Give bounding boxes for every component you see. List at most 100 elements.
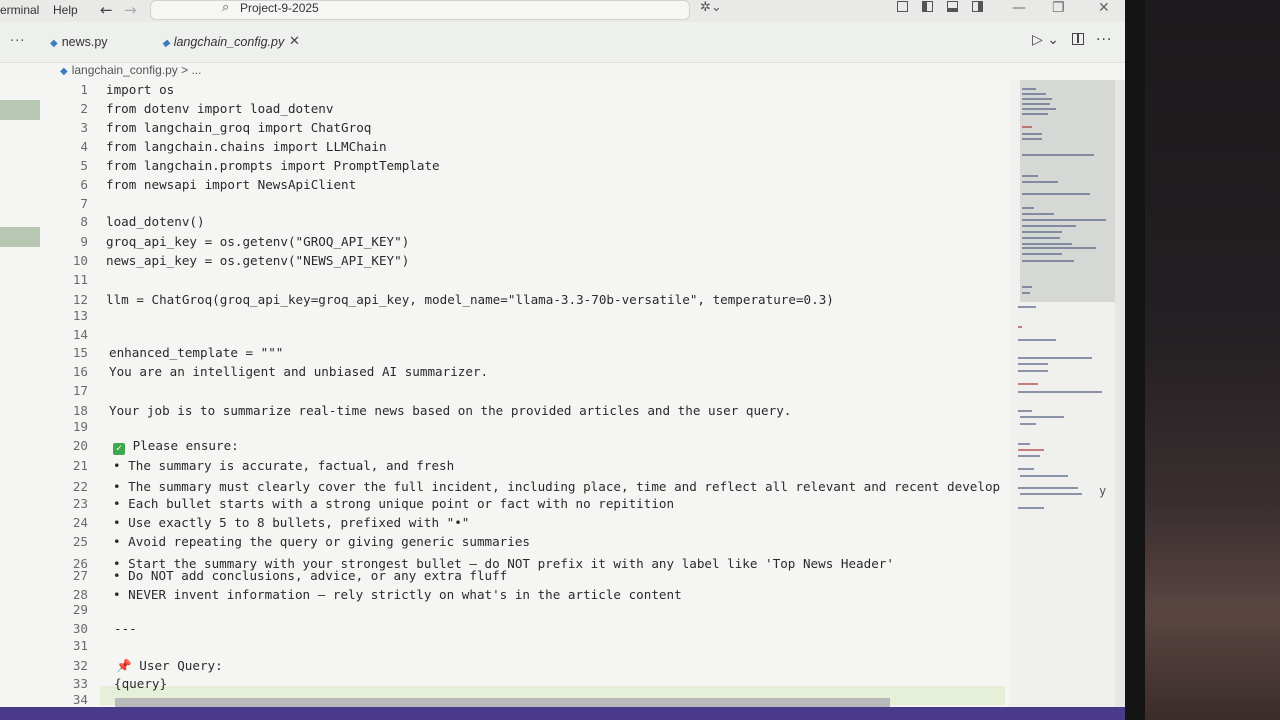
menu-terminal[interactable]: erminal — [0, 3, 39, 17]
minimap-line — [1022, 225, 1076, 227]
code-line[interactable]: 31 — [0, 638, 1010, 657]
line-number: 17 — [72, 383, 88, 398]
code-line[interactable]: 4 from langchain.chains import LLMChain — [0, 139, 1010, 158]
breadcrumb-text: langchain_config.py > ... — [71, 63, 202, 77]
minimap-line — [1022, 103, 1050, 105]
code-line[interactable]: 13 — [0, 308, 1010, 327]
command-center-search[interactable] — [150, 0, 690, 20]
line-number: 28 — [72, 587, 88, 602]
minimize-icon[interactable]: — — [1012, 0, 1026, 16]
tab-news-py[interactable]: ◆ news.py — [50, 35, 108, 49]
line-text: • Each bullet starts with a strong uniqu… — [113, 496, 675, 511]
line-text: {query} — [114, 676, 168, 691]
line-text: • Use exactly 5 to 8 bullets, prefixed w… — [113, 515, 470, 530]
line-number: 18 — [72, 403, 88, 418]
close-icon[interactable]: ✕ — [289, 34, 300, 49]
code-line[interactable]: 11 — [0, 272, 1010, 291]
line-number: 10 — [72, 253, 88, 268]
code-line[interactable]: 10 news_api_key = os.getenv("NEWS_API_KEY… — [0, 253, 1010, 272]
horizontal-scrollbar[interactable] — [115, 698, 890, 707]
line-number: 23 — [72, 496, 88, 511]
code-line[interactable]: 27 • Do NOT add conclusions, advice, or a… — [0, 568, 1010, 587]
line-number: 34 — [72, 692, 88, 707]
python-file-icon: ◆ — [162, 38, 170, 49]
line-number: 11 — [72, 272, 88, 287]
line-number: 27 — [72, 568, 88, 583]
minimap-line — [1022, 260, 1074, 262]
code-line[interactable]: 32 📌 User Query: — [0, 658, 1010, 677]
line-text: llm = ChatGroq(groq_api_key=groq_api_key… — [106, 292, 834, 307]
line-number: 12 — [72, 292, 88, 307]
toggle-panel-icon[interactable] — [947, 1, 958, 12]
code-line[interactable]: 6 from newsapi import NewsApiClient — [0, 177, 1010, 196]
minimap-line — [1022, 207, 1034, 209]
line-text: enhanced_template = """ — [109, 345, 284, 360]
minimap-line — [1022, 253, 1062, 255]
tab-langchain-config-py[interactable]: ◆ langchain_config.py — [162, 35, 284, 49]
code-line[interactable]: 14 — [0, 327, 1010, 346]
minimap-line — [1018, 468, 1034, 470]
menu-help[interactable]: Help — [53, 3, 78, 17]
code-line[interactable]: 8 load_dotenv() — [0, 214, 1010, 233]
code-line[interactable]: 2 from dotenv import load_dotenv — [0, 101, 1010, 120]
line-number: 33 — [72, 676, 88, 691]
code-line[interactable]: 21 • The summary is accurate, factual, an… — [0, 458, 1010, 477]
line-content: ✓ Please ensure: — [113, 438, 239, 455]
run-icon[interactable]: ▷ ⌄ — [1032, 32, 1059, 48]
code-line[interactable]: 20 ✓ Please ensure: — [0, 438, 1010, 457]
code-line[interactable]: 1 import os — [0, 82, 1010, 101]
minimap-line — [1018, 410, 1032, 412]
split-editor-icon[interactable] — [1072, 33, 1084, 45]
close-window-icon[interactable]: ✕ — [1098, 0, 1110, 16]
line-number: 20 — [72, 438, 88, 453]
code-line[interactable]: 9 groq_api_key = os.getenv("GROQ_API_KEY"… — [0, 234, 1010, 253]
minimap-line — [1022, 219, 1106, 221]
title-bar: erminal Help ← → ⌕ Project-9-2025 ✲⌄ — ❐… — [0, 0, 1125, 22]
minimap-line — [1018, 443, 1030, 445]
code-line[interactable]: 7 — [0, 196, 1010, 215]
code-line[interactable]: 24 • Use exactly 5 to 8 bullets, prefixed… — [0, 515, 1010, 534]
minimap-line — [1018, 339, 1056, 341]
code-line[interactable]: 3 from langchain_groq import ChatGroq — [0, 120, 1010, 139]
code-line[interactable]: 5 from langchain.prompts import PromptTem… — [0, 158, 1010, 177]
minimap-line — [1022, 247, 1096, 249]
line-number: 13 — [72, 308, 88, 323]
search-icon: ⌕ — [222, 0, 230, 15]
code-line[interactable]: 25 • Avoid repeating the query or giving … — [0, 534, 1010, 553]
code-line[interactable]: 15 enhanced_template = """ — [0, 345, 1010, 364]
restore-icon[interactable]: ❐ — [1052, 0, 1065, 16]
line-text: --- — [114, 621, 137, 636]
vertical-scrollbar[interactable] — [1115, 80, 1125, 707]
more-actions-icon[interactable]: ··· — [10, 34, 25, 49]
copilot-icon[interactable]: ✲⌄ — [700, 0, 722, 15]
forward-arrow-icon[interactable]: → — [124, 1, 137, 19]
tab-label: news.py — [61, 35, 108, 49]
customize-layout-icon[interactable] — [897, 1, 908, 12]
minimap-line — [1018, 391, 1102, 393]
line-text: from newsapi import NewsApiClient — [106, 177, 357, 192]
breadcrumb[interactable]: ◆ langchain_config.py > ... — [60, 63, 201, 77]
minimap[interactable] — [1010, 80, 1115, 707]
line-content: 📌 User Query: — [116, 658, 223, 674]
code-line[interactable]: 23 • Each bullet starts with a strong uni… — [0, 496, 1010, 515]
minimap-line — [1022, 138, 1042, 140]
line-number: 7 — [80, 196, 88, 211]
line-number: 32 — [72, 658, 88, 673]
back-arrow-icon[interactable]: ← — [100, 1, 113, 19]
line-number: 29 — [72, 602, 88, 617]
editor-more-icon[interactable]: ··· — [1096, 32, 1112, 48]
line-number: 2 — [80, 101, 88, 116]
toggle-primary-sidebar-icon[interactable] — [922, 1, 933, 12]
minimap-line — [1022, 113, 1048, 115]
toggle-secondary-sidebar-icon[interactable] — [972, 1, 983, 12]
minimap-line — [1020, 423, 1036, 425]
code-line[interactable]: 16 You are an intelligent and unbiased AI… — [0, 364, 1010, 383]
code-line[interactable]: 17 — [0, 383, 1010, 402]
line-number: 4 — [80, 139, 88, 154]
line-number: 9 — [80, 234, 88, 249]
line-text: Please ensure: — [132, 438, 239, 453]
code-line[interactable]: 29 — [0, 602, 1010, 621]
code-line[interactable]: 19 — [0, 419, 1010, 438]
python-file-icon: ◆ — [50, 38, 58, 49]
minimap-line — [1022, 292, 1030, 294]
